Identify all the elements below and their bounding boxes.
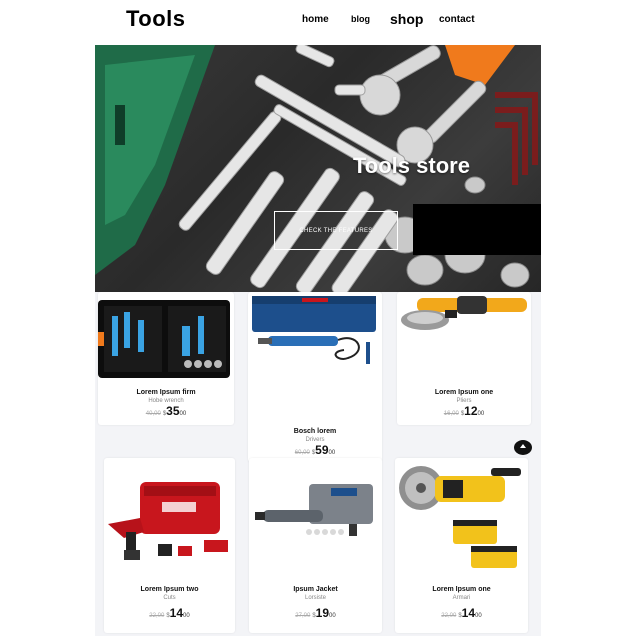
product-card[interactable]: Lorem Ipsum two Cuts 22,00 $1400 <box>104 458 235 633</box>
product-name: Lorem Ipsum firm <box>136 389 196 396</box>
nav-blog[interactable]: blog <box>351 14 370 24</box>
product-card[interactable]: Bosch lorem Drivers 60,00 $5900 <box>248 292 382 462</box>
product-price: 60,00 $5900 <box>294 443 336 457</box>
product-name: Lorem Ipsum two <box>140 586 199 593</box>
nav-home[interactable]: home <box>302 14 329 25</box>
product-category: Armari <box>452 595 471 601</box>
product-card[interactable]: Lorem Ipsum one Pliers 16,00 $1200 <box>397 292 531 425</box>
product-card[interactable]: Lorem Ipsum firm Hobe wrench 40,00 $3500 <box>98 292 234 425</box>
toolkit-case-image <box>98 300 230 378</box>
cut-off-saw-image <box>399 466 521 568</box>
check-features-button[interactable]: CHECK THE FEATURES <box>274 211 398 250</box>
product-price: 16,00 $1200 <box>443 404 485 418</box>
product-category: Lorsiste <box>304 595 326 601</box>
product-name: Bosch lorem <box>293 428 337 435</box>
hero-black-box <box>413 204 541 255</box>
product-price: 22,00 $1400 <box>149 606 190 620</box>
product-name: Ipsum Jacket <box>293 586 338 593</box>
nav-contact[interactable]: contact <box>439 14 475 25</box>
angle-grinder-image <box>401 296 527 330</box>
rotary-tool-kit-image <box>255 484 373 536</box>
product-price: 22,00 $1400 <box>441 606 482 620</box>
product-name: Lorem Ipsum one <box>432 586 491 593</box>
product-card[interactable]: Lorem Ipsum one Armari 22,00 $1400 <box>395 458 528 633</box>
product-name: Lorem Ipsum one <box>434 389 494 396</box>
hero-banner: Tools store CHECK THE FEATURES <box>95 45 541 293</box>
scroll-to-top-button[interactable] <box>514 440 532 455</box>
product-price: 27,00 $1900 <box>295 606 336 620</box>
product-price: 40,00 $3500 <box>145 404 187 418</box>
nav-shop[interactable]: shop <box>390 11 423 27</box>
drill-kit-image <box>108 482 228 560</box>
product-card[interactable]: Ipsum Jacket Lorsiste 27,00 $1900 <box>249 458 382 633</box>
product-category: Cuts <box>163 595 176 601</box>
cordless-screwdriver-image <box>252 296 376 364</box>
main-nav: home blog shop contact <box>0 0 636 40</box>
hero-title: Tools store <box>353 153 470 178</box>
hero-tools-image <box>95 45 538 293</box>
